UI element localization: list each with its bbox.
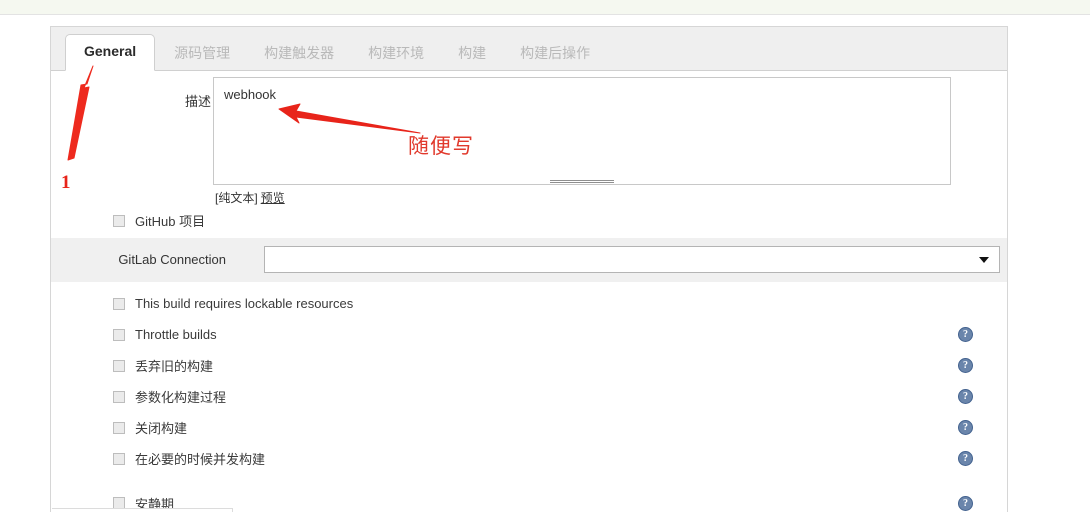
gitlab-connection-row: GitLab Connection xyxy=(51,238,1007,282)
option-row-throttle-builds[interactable]: Throttle builds ? xyxy=(51,319,1007,350)
tab-source-code-management-label: 源码管理 xyxy=(174,45,231,61)
tab-build-triggers-label: 构建触发器 xyxy=(264,45,335,61)
plain-text-label: [纯文本] xyxy=(215,191,258,205)
option-row-discard-old-builds[interactable]: 丢弃旧的构建 ? xyxy=(51,350,1007,381)
disable-build-checkbox[interactable] xyxy=(113,421,125,434)
tab-build[interactable]: 构建 xyxy=(443,36,501,71)
preview-link[interactable]: 预览 xyxy=(261,191,285,205)
description-label: 描述 xyxy=(184,94,211,109)
help-icon-quiet-period[interactable]: ? xyxy=(958,496,973,511)
gitlab-connection-label: GitLab Connection xyxy=(118,252,226,267)
help-icon-parameterized-build[interactable]: ? xyxy=(958,389,973,404)
description-format-links: [纯文本] 预览 xyxy=(215,189,285,206)
panel-bottom-edge xyxy=(52,508,233,512)
discard-old-builds-checkbox[interactable] xyxy=(113,359,125,372)
tab-source-code-management[interactable]: 源码管理 xyxy=(159,36,245,71)
github-project-row[interactable]: GitHub 项目 xyxy=(51,205,1007,236)
job-config-panel: General 源码管理 构建触发器 构建环境 构建 构建后操作 描述 [纯文本… xyxy=(50,26,1008,512)
help-icon-throttle-builds[interactable]: ? xyxy=(958,327,973,342)
page-top-band xyxy=(0,0,1090,15)
config-tab-bar: General 源码管理 构建触发器 构建环境 构建 构建后操作 xyxy=(51,27,1007,71)
help-icon-disable-build[interactable]: ? xyxy=(958,420,973,435)
throttle-builds-label[interactable]: Throttle builds xyxy=(135,327,217,342)
option-row-lockable-resources[interactable]: This build requires lockable resources xyxy=(51,288,1007,319)
parameterized-build-label[interactable]: 参数化构建过程 xyxy=(135,387,226,406)
lockable-resources-label[interactable]: This build requires lockable resources xyxy=(135,296,353,311)
description-input[interactable] xyxy=(213,77,951,185)
concurrent-builds-label[interactable]: 在必要的时候并发构建 xyxy=(135,449,265,468)
page-right-background xyxy=(1009,15,1090,512)
concurrent-builds-checkbox[interactable] xyxy=(113,452,125,465)
tab-build-environment[interactable]: 构建环境 xyxy=(353,36,439,71)
tab-post-build-actions[interactable]: 构建后操作 xyxy=(505,36,605,71)
tab-build-triggers[interactable]: 构建触发器 xyxy=(249,36,349,71)
chevron-down-icon xyxy=(979,257,989,263)
tab-build-label: 构建 xyxy=(458,45,487,61)
lockable-resources-checkbox[interactable] xyxy=(113,297,125,310)
description-field-wrapper xyxy=(213,77,951,188)
option-row-parameterized-build[interactable]: 参数化构建过程 ? xyxy=(51,381,1007,412)
tab-general-label: General xyxy=(84,43,137,59)
option-row-disable-build[interactable]: 关闭构建 ? xyxy=(51,412,1007,443)
tab-general[interactable]: General xyxy=(65,34,156,71)
option-row-concurrent-builds[interactable]: 在必要的时候并发构建 ? xyxy=(51,443,1007,474)
help-icon-discard-old-builds[interactable]: ? xyxy=(958,358,973,373)
parameterized-build-checkbox[interactable] xyxy=(113,390,125,403)
help-icon-concurrent-builds[interactable]: ? xyxy=(958,451,973,466)
description-row: 描述 [纯文本]预览 xyxy=(51,71,1007,205)
github-project-label[interactable]: GitHub 项目 xyxy=(135,211,205,230)
gitlab-connection-select[interactable] xyxy=(264,246,1000,273)
page-left-gutter xyxy=(0,15,50,512)
throttle-builds-checkbox[interactable] xyxy=(113,328,125,341)
disable-build-label[interactable]: 关闭构建 xyxy=(135,418,187,437)
tab-build-environment-label: 构建环境 xyxy=(368,45,425,61)
tab-post-build-actions-label: 构建后操作 xyxy=(520,45,591,61)
config-form-body: 描述 [纯文本]预览 GitHub 项目 GitLab Connection xyxy=(51,71,1007,512)
discard-old-builds-label[interactable]: 丢弃旧的构建 xyxy=(135,356,213,375)
github-project-checkbox[interactable] xyxy=(113,214,125,227)
